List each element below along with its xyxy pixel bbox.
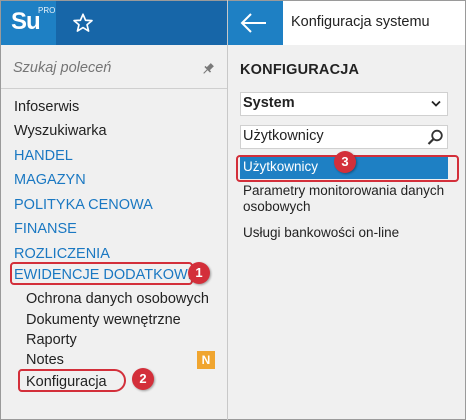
callout-number-1: 1 bbox=[188, 262, 210, 284]
filter-input[interactable] bbox=[243, 128, 418, 144]
menu-category-handel[interactable]: HANDEL bbox=[14, 147, 73, 165]
menu-item-dokumenty-wewnetrzne[interactable]: Dokumenty wewnętrzne bbox=[26, 311, 181, 329]
menu-item-wyszukiwarka[interactable]: Wyszukiwarka bbox=[14, 122, 107, 140]
command-search bbox=[1, 56, 227, 86]
menu-item-ochrona-danych[interactable]: Ochrona danych osobowych bbox=[26, 290, 209, 308]
section-title: KONFIGURACJA bbox=[240, 62, 360, 78]
notes-badge: N bbox=[197, 351, 215, 369]
star-icon[interactable] bbox=[72, 12, 94, 34]
callout-number-3: 3 bbox=[334, 151, 356, 173]
logo-text: Su bbox=[11, 8, 41, 35]
navigation-panel: Su PRO Infoserwis Wyszukiwarka HANDEL MA… bbox=[1, 1, 227, 419]
content-header: Konfiguracja systemu bbox=[228, 1, 465, 45]
back-button[interactable] bbox=[228, 1, 283, 45]
chevron-down-icon bbox=[431, 100, 441, 107]
menu-category-finanse[interactable]: FINANSE bbox=[14, 220, 77, 238]
page-title: Konfiguracja systemu bbox=[291, 14, 430, 30]
filter-field[interactable] bbox=[240, 125, 448, 149]
app-logo: Su PRO bbox=[1, 1, 56, 45]
menu-item-notes[interactable]: Notes bbox=[26, 351, 64, 369]
result-item-uslugi-bankowosci[interactable]: Usługi bankowości on-line bbox=[243, 225, 455, 241]
menu-category-polityka-cenowa[interactable]: POLITYKA CENOWA bbox=[14, 196, 153, 214]
configuration-panel: KONFIGURACJA System Użytkownicy Parametr… bbox=[228, 45, 465, 419]
pin-icon[interactable] bbox=[201, 62, 215, 76]
callout-highlight-2 bbox=[18, 369, 126, 392]
favorites-bar bbox=[56, 1, 227, 45]
search-divider bbox=[1, 88, 227, 89]
search-icon[interactable] bbox=[427, 129, 444, 146]
module-select[interactable]: System bbox=[240, 92, 448, 116]
module-select-value: System bbox=[243, 95, 295, 111]
logo-edition: PRO bbox=[38, 6, 56, 15]
menu-item-infoserwis[interactable]: Infoserwis bbox=[14, 98, 79, 116]
result-item-parametry-monitorowania[interactable]: Parametry monitorowania danych osobowych bbox=[243, 183, 455, 215]
callout-number-2: 2 bbox=[132, 368, 154, 390]
menu-item-raporty[interactable]: Raporty bbox=[26, 331, 77, 349]
menu-category-magazyn[interactable]: MAGAZYN bbox=[14, 171, 86, 189]
callout-highlight-1 bbox=[10, 262, 193, 285]
command-search-input[interactable] bbox=[13, 60, 193, 76]
menu-category-rozliczenia[interactable]: ROZLICZENIA bbox=[14, 245, 110, 263]
arrow-left-icon[interactable] bbox=[239, 11, 269, 35]
